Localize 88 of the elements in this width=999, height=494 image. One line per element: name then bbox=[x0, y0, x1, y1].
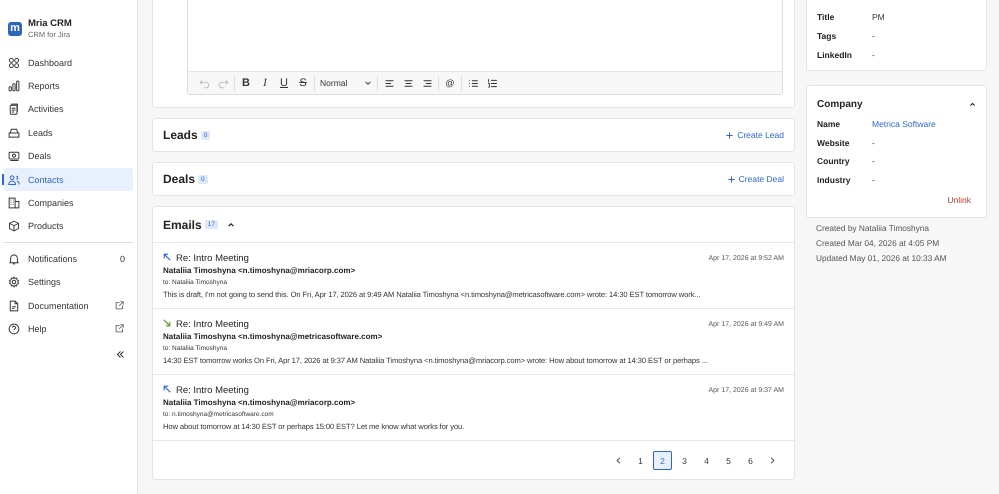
page-button[interactable]: 1 bbox=[631, 451, 650, 470]
text-style-select[interactable]: Normal bbox=[318, 78, 374, 88]
activities-icon bbox=[8, 103, 20, 116]
record-meta-text: Created by Nataliia Timoshyna bbox=[815, 222, 930, 233]
mention-button[interactable]: @ bbox=[442, 76, 458, 90]
sidebar-item[interactable]: Help bbox=[4, 317, 133, 341]
field-label: Website bbox=[817, 138, 850, 148]
field-value: - bbox=[872, 50, 875, 60]
bell-icon bbox=[8, 252, 20, 265]
section-title: Deals bbox=[163, 172, 196, 186]
field-label: Industry bbox=[817, 175, 852, 186]
field-label: Title bbox=[817, 12, 836, 22]
arrow-up-left-icon bbox=[163, 252, 171, 260]
undo-icon bbox=[198, 78, 210, 88]
page-button[interactable]: 4 bbox=[697, 451, 716, 470]
deals-icon bbox=[8, 150, 20, 162]
align-center-icon bbox=[402, 78, 414, 88]
sidebar-item[interactable]: Companies bbox=[4, 191, 133, 215]
arrow-down-right-icon bbox=[163, 318, 171, 326]
create-link[interactable]: Create Deal bbox=[728, 174, 784, 184]
leads-icon bbox=[8, 126, 20, 139]
email-sender: Nataliia Timoshyna <n.timoshyna@mriacorp.com> bbox=[163, 398, 356, 407]
email-sender: Nataliia Timoshyna <n.timoshyna@mriacorp.com> bbox=[163, 266, 356, 275]
previous-page-icon[interactable] bbox=[614, 456, 623, 465]
field-label: Name bbox=[817, 118, 842, 129]
field-value: - bbox=[872, 138, 875, 148]
align-left-icon bbox=[384, 78, 394, 88]
bullet-list-icon bbox=[468, 78, 478, 88]
ordered-list-icon bbox=[486, 78, 498, 88]
field-value: PM bbox=[872, 12, 885, 22]
sidebar-item[interactable]: Documentation bbox=[4, 294, 133, 318]
record-meta-text: Updated May 01, 2026 at 10:33 AM bbox=[815, 252, 948, 263]
company-link[interactable]: Metrica Software bbox=[872, 118, 936, 129]
products-icon bbox=[8, 220, 20, 232]
field-value: - bbox=[872, 175, 875, 186]
sidebar-item[interactable]: Deals bbox=[4, 144, 133, 168]
note-editor[interactable]: B I U S Normal @ bbox=[187, 0, 783, 95]
underline-button[interactable]: U bbox=[276, 76, 292, 90]
section-title: Leads bbox=[163, 128, 198, 142]
notification-count: 0 bbox=[120, 254, 125, 264]
document-icon bbox=[8, 300, 20, 312]
create-link[interactable]: Create Lead bbox=[726, 130, 784, 140]
page-button[interactable]: 5 bbox=[719, 451, 738, 470]
app-name: Mria CRM bbox=[28, 18, 72, 29]
sidebar-item[interactable]: Contacts bbox=[4, 168, 133, 192]
card-title: Company bbox=[817, 99, 863, 110]
field-label: Country bbox=[817, 156, 851, 166]
caret-icon[interactable] bbox=[226, 220, 235, 228]
collapse-icon[interactable] bbox=[116, 350, 125, 359]
dashboard-icon bbox=[8, 56, 20, 69]
sidebar-item[interactable]: Settings bbox=[4, 270, 133, 294]
page-button[interactable]: 6 bbox=[741, 451, 760, 470]
plus-icon bbox=[728, 176, 735, 182]
companies-icon bbox=[8, 197, 20, 210]
italic-button[interactable]: I bbox=[257, 76, 273, 90]
reports-icon bbox=[8, 80, 20, 92]
sidebar-item[interactable]: Leads bbox=[4, 121, 133, 145]
sidebar-item[interactable]: Products bbox=[4, 214, 133, 238]
email-subject: Re: Intro Meeting bbox=[176, 385, 249, 396]
email-sender: Nataliia Timoshyna <n.timoshyna@metricasoftware.com> bbox=[163, 332, 384, 341]
plus-icon bbox=[726, 132, 734, 138]
arrow-up-left-icon bbox=[163, 384, 171, 392]
email-subject: Re: Intro Meeting bbox=[176, 319, 249, 330]
email-subject: Re: Intro Meeting bbox=[176, 253, 249, 264]
field-label: LinkedIn bbox=[817, 50, 853, 60]
field-value: - bbox=[872, 156, 875, 166]
sidebar-item[interactable]: Activities bbox=[4, 98, 133, 122]
app-logo: m bbox=[8, 22, 22, 36]
page-button[interactable]: 3 bbox=[675, 451, 694, 470]
page-button[interactable]: 2 bbox=[653, 451, 672, 470]
redo-icon bbox=[218, 78, 228, 88]
field-label: Tags bbox=[817, 31, 838, 42]
strike-button[interactable]: S bbox=[295, 76, 311, 90]
record-meta-text: Created Mar 04, 2026 at 4:05 PM bbox=[815, 238, 940, 248]
help-icon bbox=[8, 322, 20, 335]
sidebar-item[interactable]: Notifications 0 bbox=[4, 247, 133, 271]
chevron-down-icon bbox=[364, 79, 372, 87]
section-title: Emails bbox=[163, 218, 202, 232]
sidebar-item[interactable]: Dashboard bbox=[4, 51, 133, 74]
settings-icon bbox=[8, 276, 20, 288]
align-right-icon bbox=[422, 78, 432, 88]
next-page-icon[interactable] bbox=[768, 456, 777, 465]
caret-icon[interactable] bbox=[969, 101, 976, 108]
unlink-button[interactable]: Unlink bbox=[947, 194, 971, 205]
bold-button[interactable]: B bbox=[238, 76, 254, 90]
contacts-icon bbox=[8, 174, 20, 186]
field-value: - bbox=[872, 31, 875, 42]
sidebar-item[interactable]: Reports bbox=[4, 74, 133, 98]
